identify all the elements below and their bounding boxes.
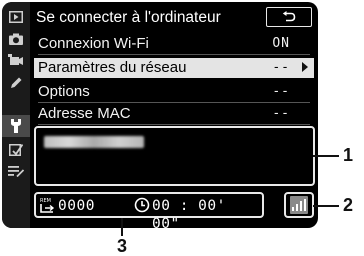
clock-icon — [134, 197, 150, 213]
menu-rail — [2, 2, 30, 228]
playback-icon[interactable] — [2, 6, 30, 28]
back-button[interactable] — [266, 7, 312, 27]
row-value: -- — [272, 84, 290, 99]
row-divider — [38, 54, 310, 55]
network-info-box — [34, 126, 315, 186]
network-name-redacted — [44, 136, 144, 148]
row-label: Options — [38, 83, 90, 100]
row-divider — [38, 124, 310, 125]
svg-text:REM: REM — [40, 198, 51, 204]
menu-panel: Se connecter à l'ordinateur Connexion Wi… — [30, 2, 318, 228]
row-value: ON — [272, 36, 290, 51]
movie-icon[interactable] — [2, 50, 30, 72]
menu-row-mac-address[interactable]: Adresse MAC -- — [34, 104, 314, 125]
chevron-right-icon — [302, 62, 308, 72]
row-label: Connexion Wi-Fi — [38, 35, 149, 52]
elapsed-time: 00 : 00' 00" — [152, 198, 226, 228]
row-label: Paramètres du réseau — [38, 59, 187, 76]
row-label: Adresse MAC — [38, 105, 131, 122]
pencil-icon[interactable] — [2, 72, 30, 94]
return-icon — [282, 11, 296, 22]
callout-3: 3 — [117, 236, 128, 256]
row-divider — [38, 102, 310, 103]
row-value: -- — [272, 60, 290, 75]
row-value: -- — [272, 106, 290, 121]
page-title: Se connecter à l'ordinateur — [36, 9, 221, 26]
signal-strength-icon — [290, 196, 308, 214]
menu-row-wifi[interactable]: Connexion Wi-Fi ON — [34, 34, 314, 55]
callout-2: 2 — [343, 195, 354, 215]
callout-line-2 — [313, 205, 339, 207]
wrench-icon[interactable] — [2, 115, 30, 137]
retouch-icon[interactable] — [2, 138, 30, 160]
remaining-images-icon: REM — [40, 198, 55, 213]
camera-screen: Se connecter à l'ordinateur Connexion Wi… — [2, 2, 318, 228]
connection-status-bar: REM 0000 00 : 00' 00" — [34, 192, 264, 228]
my-menu-icon[interactable] — [2, 160, 30, 182]
callout-1: 1 — [343, 145, 354, 165]
image-count: 0000 — [58, 198, 95, 214]
callout-line-1 — [313, 155, 339, 157]
camera-icon[interactable] — [2, 28, 30, 50]
callout-line-3 — [121, 218, 123, 236]
menu-row-options[interactable]: Options -- — [34, 82, 314, 103]
menu-row-network-settings[interactable]: Paramètres du réseau -- — [34, 58, 314, 78]
signal-strength-indicator — [284, 192, 314, 218]
